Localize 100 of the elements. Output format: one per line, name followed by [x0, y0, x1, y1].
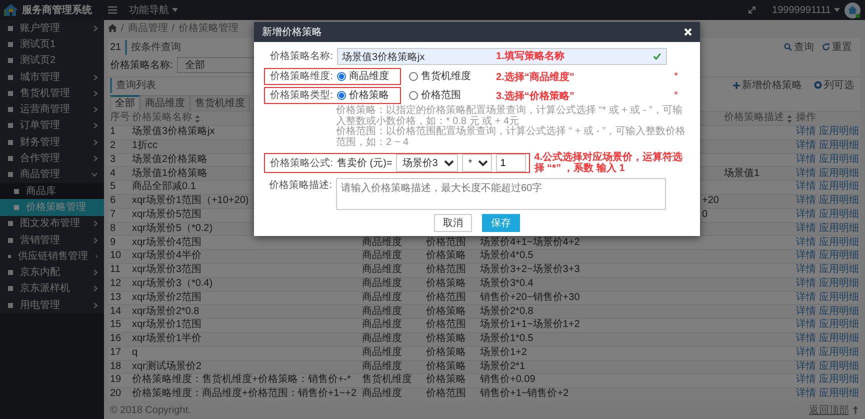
action-link[interactable]: 详情	[796, 195, 816, 208]
sidebar-item[interactable]: 合作管理	[0, 150, 104, 167]
action-link[interactable]: 详情	[796, 319, 816, 332]
back-to-top-link[interactable]: 返回顶部	[809, 402, 858, 418]
sidebar-item[interactable]: 商品库	[0, 182, 104, 200]
table-cell: 10	[110, 250, 122, 263]
sidebar-item[interactable]: 图文发布管理	[0, 216, 104, 232]
radio-button[interactable]	[409, 91, 418, 100]
action-link[interactable]: 应用明细	[819, 236, 859, 250]
action-link[interactable]: 应用明细	[819, 222, 859, 236]
action-link[interactable]: 应用明细	[819, 306, 859, 318]
sidebar-item[interactable]: 售货机管理	[0, 85, 104, 102]
radio-button[interactable]	[337, 91, 346, 100]
action-link[interactable]: 详情	[796, 306, 816, 318]
factor-field[interactable]: 1	[496, 154, 526, 172]
save-button[interactable]: 保存	[482, 214, 520, 232]
sidebar-item[interactable]: 财务管理	[0, 134, 104, 150]
table-cell: 19	[110, 374, 122, 387]
action-link[interactable]: 详情	[796, 181, 816, 194]
description-field[interactable]: 请输入价格策略描述，最大长度不能超过60字	[336, 178, 666, 210]
sidebar-item[interactable]: 京东内配	[0, 264, 104, 281]
add-button[interactable]: 新增价格策略	[731, 78, 804, 92]
sidebar-item[interactable]: 测试页1	[0, 36, 104, 53]
help-text: 价格策略：以指定的价格策略配置场景查询，计算公式选择 “* 或 + 或 - ”，可输入整数或小数价格，如：* 0.8 元 或 + 4元	[336, 106, 682, 126]
plus-icon	[733, 82, 740, 88]
tab[interactable]: 售货机维度	[190, 95, 250, 111]
action-link[interactable]: 应用明细	[819, 181, 859, 194]
sidebar-item[interactable]: 营销管理	[0, 232, 104, 248]
square-icon	[8, 26, 13, 31]
action-link[interactable]: 详情	[796, 278, 816, 290]
action-link[interactable]: 详情	[796, 250, 816, 263]
action-link[interactable]: 详情	[796, 168, 816, 180]
action-link[interactable]: 详情	[796, 126, 816, 139]
sidebar-item[interactable]: 用电管理	[0, 297, 104, 314]
action-link[interactable]: 应用明细	[819, 208, 859, 222]
sidebar-item[interactable]: 订单管理	[0, 118, 104, 134]
action-link[interactable]: 详情	[796, 140, 816, 152]
action-link[interactable]: 应用明细	[819, 168, 859, 180]
columns-button[interactable]: 列可选	[812, 78, 856, 92]
tab[interactable]: 商品维度	[140, 95, 190, 111]
action-link[interactable]: 应用明细	[819, 360, 859, 374]
sidebar-label: 合作管理	[20, 152, 60, 166]
action-link[interactable]: 详情	[796, 264, 816, 277]
required-mark: *	[674, 89, 678, 103]
action-link[interactable]: 详情	[796, 388, 816, 401]
action-link[interactable]: 应用明细	[819, 154, 859, 166]
table-cell: xqr场景价1半价	[132, 333, 202, 346]
field-label: 价格策略名称:	[110, 58, 173, 72]
expand-icon	[748, 6, 756, 14]
sidebar-item[interactable]: 城市管理	[0, 68, 104, 86]
action-link[interactable]: 应用明细	[819, 374, 859, 387]
action-link[interactable]: 应用明细	[819, 126, 859, 139]
option-label: 价格策略	[349, 88, 389, 103]
action-link[interactable]: 详情	[796, 360, 816, 374]
action-link[interactable]: 应用明细	[819, 319, 859, 332]
reset-button[interactable]: 重置	[820, 40, 854, 54]
radio-button[interactable]	[409, 72, 418, 81]
action-link[interactable]: 应用明细	[819, 195, 859, 208]
action-link[interactable]: 详情	[796, 208, 816, 222]
action-link[interactable]: 应用明细	[819, 292, 859, 304]
action-link[interactable]: 应用明细	[819, 250, 859, 263]
action-link[interactable]: 详情	[796, 292, 816, 304]
operator-select[interactable]: *	[462, 154, 492, 172]
sidebar-item[interactable]: 账户管理	[0, 20, 104, 36]
user-menu-button[interactable]: 19999991111	[768, 0, 844, 20]
action-link[interactable]: 应用明细	[819, 140, 859, 152]
radio-button[interactable]	[337, 72, 346, 81]
action-link[interactable]: 应用明细	[819, 333, 859, 346]
action-link[interactable]: 详情	[796, 154, 816, 166]
sidebar-label: 账户管理	[20, 22, 60, 36]
action-link[interactable]: 应用明细	[819, 264, 859, 277]
sidebar-item[interactable]: 运营商管理	[0, 101, 104, 118]
action-link[interactable]: 应用明细	[819, 346, 859, 360]
action-link[interactable]: 详情	[796, 346, 816, 360]
action-link[interactable]: 详情	[796, 333, 816, 346]
square-icon	[8, 123, 13, 128]
square-icon	[14, 204, 19, 210]
base-price-select[interactable]: 场景价3	[396, 154, 458, 172]
nav-menu-button[interactable]: 功能导航	[125, 0, 182, 20]
sidebar-item[interactable]: 商品管理	[0, 166, 104, 183]
action-link[interactable]: 应用明细	[819, 278, 859, 290]
sidebar-item[interactable]: 供应链销售管理	[0, 248, 104, 264]
breadcrumb-item: 价格策略管理	[178, 22, 239, 36]
action-link[interactable]: 详情	[796, 374, 816, 387]
annotation-text: 3.选择“价格策略”	[496, 90, 574, 104]
sidebar-item[interactable]: 京东派样机	[0, 280, 104, 298]
square-icon	[8, 172, 13, 178]
search-button[interactable]: 查询	[782, 40, 816, 54]
action-link[interactable]: 详情	[796, 222, 816, 236]
table-cell: 价格策略	[426, 333, 466, 346]
action-link[interactable]: 详情	[796, 236, 816, 250]
table-cell: 商品维度	[362, 319, 402, 332]
tab[interactable]: 全部	[110, 95, 140, 111]
cancel-button[interactable]: 取消	[434, 214, 472, 232]
breadcrumb-item[interactable]: 商品管理	[128, 20, 168, 36]
table-cell: q	[132, 346, 138, 360]
action-link[interactable]: 应用明细	[819, 388, 859, 401]
sidebar-item[interactable]: 价格策略管理	[0, 199, 104, 216]
sidebar-item[interactable]: 测试页2	[0, 52, 104, 69]
close-icon	[684, 28, 692, 36]
